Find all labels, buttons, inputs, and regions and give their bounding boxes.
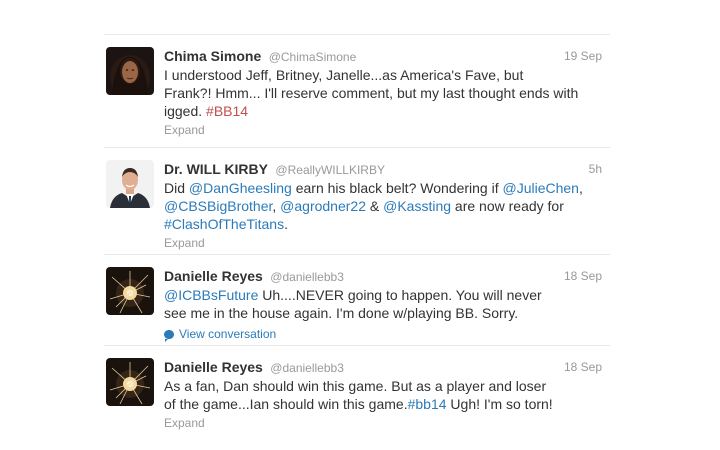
tweet-item[interactable]: Danielle Reyes @daniellebb3 18 Sep As a … [104,345,610,436]
tweet-item[interactable]: Chima Simone @ChimaSimone 19 Sep I under… [104,34,610,147]
avatar[interactable] [106,160,154,208]
mention-link[interactable]: @ICBBsFuture [164,287,258,303]
avatar[interactable] [106,267,154,315]
tweet-text-part: As a fan, Dan should win this game. But … [164,378,547,394]
tweet-text: As a fan, Dan should win this game. But … [164,377,602,413]
tweet-feed: Chima Simone @ChimaSimone 19 Sep I under… [104,34,610,436]
tweet-text-part: see me in the house again. I'm done w/pl… [164,305,519,321]
tweet-timestamp[interactable]: 5h [589,160,602,178]
view-conversation-link[interactable]: View conversation [164,326,602,342]
tweet-username[interactable]: @daniellebb3 [270,270,344,284]
tweet-timestamp[interactable]: 18 Sep [564,267,602,285]
tweet-text-part: are now ready for [451,198,564,214]
avatar[interactable] [106,47,154,95]
tweet-timestamp[interactable]: 19 Sep [564,47,602,65]
mention-link[interactable]: @JulieChen [502,180,578,196]
tweet-text: I understood Jeff, Britney, Janelle...as… [164,66,602,120]
speech-bubble-icon [164,330,174,342]
hashtag-link[interactable]: #ClashOfTheTitans [164,216,284,232]
tweet-text-part: Uh....NEVER going to happen. You will ne… [258,287,542,303]
hashtag-link[interactable]: #bb14 [408,396,447,412]
tweet-text-part: & [365,198,384,214]
tweet-text-part: of the game...Ian should win this game. [164,396,408,412]
tweet-fullname[interactable]: Dr. WILL KIRBY [164,161,268,177]
tweet-text-part: Frank?! Hmm... I'll reserve comment, but… [164,85,579,101]
tweet-username[interactable]: @ChimaSimone [269,50,357,64]
tweet-fullname[interactable]: Danielle Reyes [164,359,263,375]
tweet-text-part: . [284,216,288,232]
tweet-item[interactable]: Dr. WILL KIRBY @ReallyWILLKIRBY 5h Did @… [104,147,610,254]
hashtag-link[interactable]: #BB14 [206,103,248,119]
tweet-fullname[interactable]: Danielle Reyes [164,268,263,284]
tweet-fullname[interactable]: Chima Simone [164,48,261,64]
mention-link[interactable]: @agrodner22 [280,198,366,214]
tweet-timestamp[interactable]: 18 Sep [564,358,602,376]
mention-link[interactable]: @CBSBigBrother [164,198,272,214]
tweet-text-part: igged. [164,103,207,119]
tweet-item[interactable]: Danielle Reyes @daniellebb3 18 Sep @ICBB… [104,254,610,345]
tweet-text: @ICBBsFuture Uh....NEVER going to happen… [164,286,602,322]
mention-link[interactable]: @DanGheesling [189,180,292,196]
tweet-text-part: , [272,198,281,214]
expand-link[interactable]: Expand [164,415,602,431]
tweet-text-part: I understood Jeff, Britney, Janelle...as… [164,67,524,83]
avatar[interactable] [106,358,154,406]
tweet-text-part: Did [164,180,189,196]
tweet-text: Did @DanGheesling earn his black belt? W… [164,179,602,233]
tweet-text-part: Ugh! I'm so torn! [446,396,553,412]
tweet-text-part: earn his black belt? Wondering if [291,180,503,196]
tweet-username[interactable]: @daniellebb3 [270,361,344,375]
tweet-text-part: , [578,180,583,196]
expand-link[interactable]: Expand [164,122,602,138]
view-conversation-label: View conversation [179,327,277,341]
expand-link[interactable]: Expand [164,235,602,251]
mention-link[interactable]: @Kassting [383,198,451,214]
tweet-username[interactable]: @ReallyWILLKIRBY [275,163,385,177]
